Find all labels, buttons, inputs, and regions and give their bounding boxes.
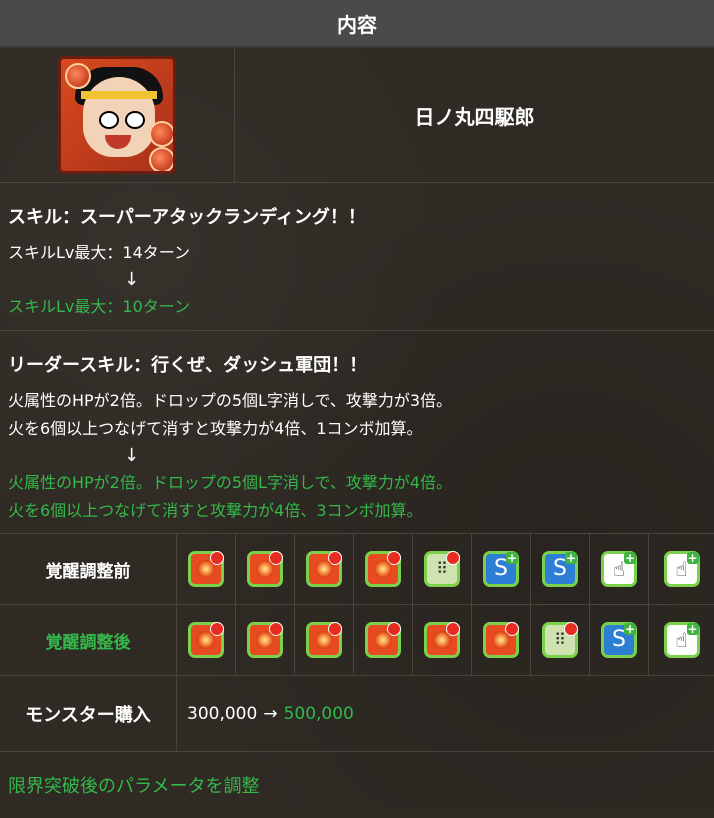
awakening-cell [472,605,531,675]
awakening-cell: ☝ + [649,534,714,604]
leader-after-line1: 火属性のHPが2倍。ドロップの5個L字消しで、攻撃力が4倍。 [8,473,453,492]
skill-before: スキルLv最大：14ターン [8,243,190,262]
purchase-label: モンスター購入 [0,676,177,751]
move-time-extend-icon[interactable]: S + [542,551,578,587]
monster-eye-right [125,111,145,129]
awakening-cell [236,534,295,604]
purchase-arrow: → [263,703,278,724]
awakening-cell: S + [590,605,649,675]
enhance-tag-icon [328,551,342,565]
fire-enhance-icon[interactable] [247,622,283,658]
fire-orb-icon [149,147,173,171]
leader-skill-section: リーダースキル：行くぜ、ダッシュ軍団！！ 火属性のHPが2倍。ドロップの5個L字… [0,331,714,534]
fire-enhance-icon[interactable] [188,622,224,658]
monster-name: 日ノ丸四駆郎 [414,104,535,129]
awakening-cell [236,605,295,675]
plus-mark-icon: + [624,622,636,636]
purchase-before: 300,000 [187,703,258,724]
fire-enhance-icon[interactable] [365,622,401,658]
attack-tag-icon [564,622,578,636]
purchase-after: 500,000 [283,703,354,724]
awakenings-after-label: 覚醒調整後 [0,605,177,675]
content-panel: 内容 日ノ丸四駆郎 スキル：スーパーアタックランディング！！ スキルLv最大：1… [0,0,714,808]
purchase-values: 300,000 → 500,000 [177,676,714,751]
skill-after: スキルLv最大：10ターン [8,297,190,316]
enhance-tag-icon [269,622,283,636]
move-time-extend-plus-icon[interactable]: S + [601,622,637,658]
leader-after-line2: 火を6個以上つなげて消すと攻撃力が4倍、3コンボ加算。 [8,501,423,520]
fire-orb-icon [65,63,91,89]
fire-enhance-icon[interactable] [247,551,283,587]
monster-headband [81,91,157,99]
leader-before-line2: 火を6個以上つなげて消すと攻撃力が4倍、1コンボ加算。 [8,419,423,438]
l-shape-attack-icon[interactable]: ⠿ [542,622,578,658]
plus-mark-icon: + [506,551,518,565]
monster-eye-left [99,111,119,129]
enhance-tag-icon [387,622,401,636]
enhance-tag-icon [210,622,224,636]
leader-arrow: ↓ [124,445,140,466]
skill-title: スキル：スーパーアタックランディング！！ [8,207,366,228]
monster-thumbnail[interactable] [58,56,176,174]
awakening-cell [354,605,413,675]
awakening-cell: ☝ + [649,605,714,675]
awakening-cell: ☝ + [590,534,649,604]
monster-row: 日ノ丸四駆郎 [0,48,714,183]
plus-mark-icon: + [565,551,577,565]
fire-enhance-icon[interactable] [424,622,460,658]
leader-before-line1: 火属性のHPが2倍。ドロップの5個L字消しで、攻撃力が3倍。 [8,391,453,410]
monster-thumbnail-cell [0,48,235,182]
fire-enhance-icon[interactable] [188,551,224,587]
fire-orb-icon [149,121,173,147]
awakening-cell [413,605,472,675]
enhance-tag-icon [269,551,283,565]
fire-enhance-icon[interactable] [483,622,519,658]
skill-section: スキル：スーパーアタックランディング！！ スキルLv最大：14ターン ↓ スキル… [0,183,714,331]
plus-mark-icon: + [624,551,636,565]
awakenings-before-label: 覚醒調整前 [0,534,177,604]
awakening-cell [295,605,354,675]
l-shape-attack-icon[interactable]: ⠿ [424,551,460,587]
purchase-row: モンスター購入 300,000 → 500,000 [0,676,714,752]
enhance-tag-icon [210,551,224,565]
fire-enhance-icon[interactable] [306,622,342,658]
panel-header: 内容 [0,0,714,48]
awakening-cell [295,534,354,604]
enhance-tag-icon [505,622,519,636]
awakenings-after-row: 覚醒調整後 ⠿ S + ☝ + [0,605,714,676]
finger-extend-icon[interactable]: ☝ + [663,551,700,587]
awakening-cell [354,534,413,604]
awakening-cell: ⠿ [413,534,472,604]
awakening-cell [177,605,236,675]
move-time-extend-icon[interactable]: S + [483,551,519,587]
finger-extend-plus-icon[interactable]: ☝ + [663,622,700,658]
awakening-cell [177,534,236,604]
plus-mark-icon: + [686,622,699,636]
awakening-cell: S + [531,534,590,604]
fire-enhance-icon[interactable] [365,551,401,587]
awakening-cell: ⠿ [531,605,590,675]
enhance-tag-icon [387,551,401,565]
finger-extend-icon[interactable]: ☝ + [601,551,637,587]
plus-mark-icon: + [686,551,699,565]
enhance-tag-icon [446,622,460,636]
attack-tag-icon [446,551,460,565]
leader-skill-title: リーダースキル：行くぜ、ダッシュ軍団！！ [8,355,368,376]
enhance-tag-icon [328,622,342,636]
awakenings-before-row: 覚醒調整前 ⠿ S + S + ☝ + ☝ + [0,534,714,605]
fire-enhance-icon[interactable] [306,551,342,587]
limit-break-link[interactable]: 限界突破後のパラメータを調整 [0,752,714,818]
skill-arrow: ↓ [124,269,140,290]
awakening-cell: S + [472,534,531,604]
